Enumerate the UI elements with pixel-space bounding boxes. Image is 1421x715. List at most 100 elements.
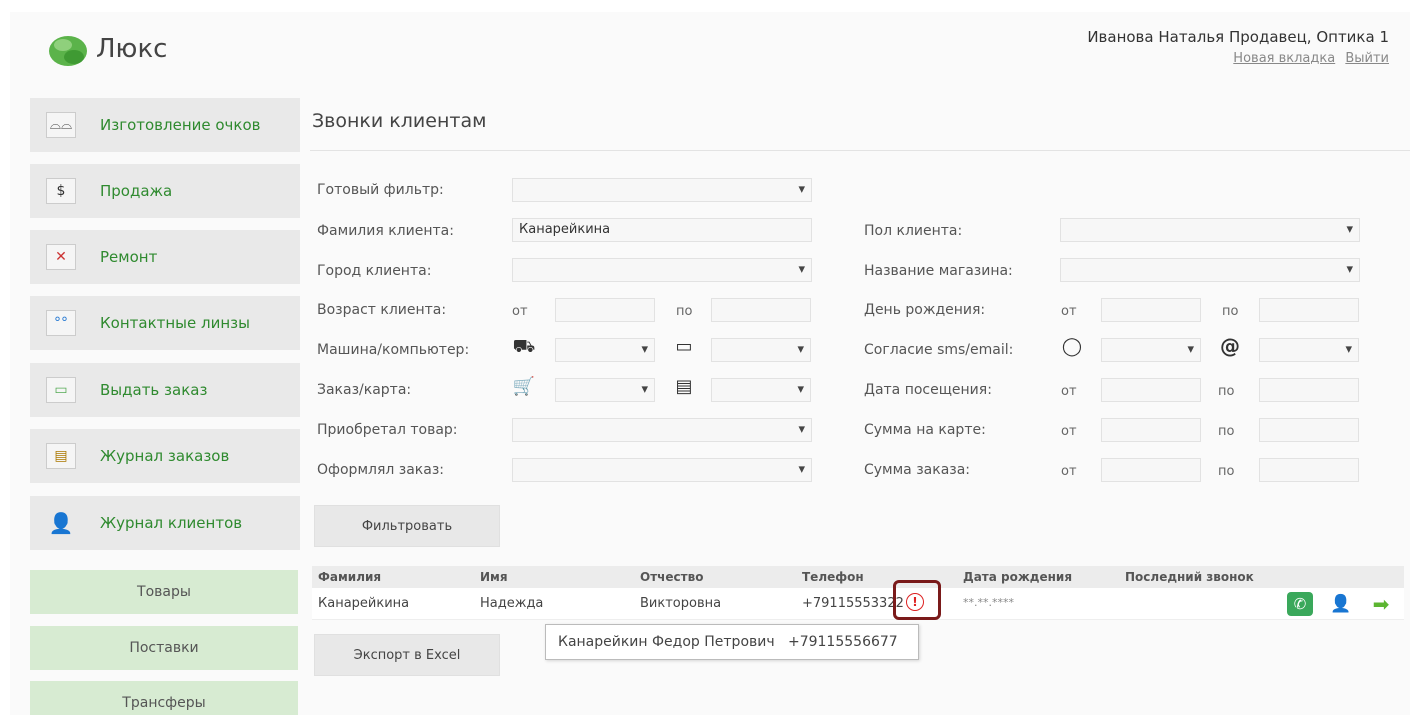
car-icon: ⛟ <box>512 336 536 357</box>
logout-link[interactable]: Выйти <box>1345 51 1389 66</box>
export-excel-button[interactable]: Экспорт в Excel <box>314 634 500 676</box>
age-label: Возраст клиента: <box>317 302 447 318</box>
bought-label: Приобретал товар: <box>317 422 458 438</box>
visit-date-label: Дата посещения: <box>864 382 992 398</box>
user-name: Иванова Наталья Продавец, Оптика 1 <box>1087 28 1389 46</box>
app-title: Люкс <box>96 34 168 64</box>
sidebar-item-label: Контактные линзы <box>100 314 250 332</box>
cell-last-name: Канарейкина <box>318 596 410 611</box>
card-sum-label: Сумма на карте: <box>864 422 986 438</box>
card-sum-to-label: по <box>1218 424 1235 439</box>
age-from-label: от <box>512 304 528 319</box>
ready-filter-label: Готовый фильтр: <box>317 182 444 198</box>
age-to-label: по <box>676 304 693 319</box>
new-tab-link[interactable]: Новая вкладка <box>1233 51 1335 66</box>
age-to-field[interactable] <box>711 298 811 322</box>
email-select[interactable] <box>1259 338 1359 362</box>
sidebar-item-orders-journal[interactable]: ▤ Журнал заказов <box>30 429 300 483</box>
sidebar-item-repair[interactable]: ✕ Ремонт <box>30 230 300 284</box>
sms-icon: ◯ <box>1061 336 1083 357</box>
card-sum-from-label: от <box>1061 424 1077 439</box>
phone-icon[interactable]: ✆ <box>1287 592 1313 616</box>
sidebar-item-label: Изготовление очков <box>100 116 261 134</box>
birthday-to-field[interactable] <box>1259 298 1359 322</box>
order-card-label: Заказ/карта: <box>317 382 412 398</box>
city-label: Город клиента: <box>317 263 432 279</box>
sale-icon: $ <box>46 178 76 204</box>
visit-to-field[interactable] <box>1259 378 1359 402</box>
sidebar-item-label: Ремонт <box>100 248 158 266</box>
page-title: Звонки клиентам <box>312 110 487 132</box>
card-select[interactable] <box>711 378 811 402</box>
header-links: Новая вкладка Выйти <box>1227 51 1389 66</box>
birthday-from-field[interactable] <box>1101 298 1201 322</box>
gender-select[interactable] <box>1060 218 1360 242</box>
bought-select[interactable] <box>512 418 812 442</box>
column-header: Телефон <box>802 570 864 584</box>
sidebar-item-sale[interactable]: $ Продажа <box>30 164 300 218</box>
sidebar-item-clients-journal[interactable]: 👤 Журнал клиентов <box>30 496 300 550</box>
column-header: Фамилия <box>318 570 382 584</box>
birthday-to-label: по <box>1222 304 1239 319</box>
repair-icon: ✕ <box>46 244 76 270</box>
cart-icon: 🛒 <box>512 376 536 397</box>
cell-birth-date: **.**.**** <box>963 596 1014 609</box>
ordered-label: Оформлял заказ: <box>317 462 444 478</box>
clients-journal-icon: 👤 <box>48 511 74 535</box>
age-from-field[interactable] <box>555 298 655 322</box>
order-sum-from-field[interactable] <box>1101 458 1201 482</box>
order-sum-from-label: от <box>1061 464 1077 479</box>
column-header: Отчество <box>640 570 704 584</box>
column-header: Дата рождения <box>963 570 1073 584</box>
card-sum-to-field[interactable] <box>1259 418 1359 442</box>
birthday-from-label: от <box>1061 304 1077 319</box>
sms-select[interactable] <box>1101 338 1201 362</box>
logo-icon <box>49 36 87 66</box>
tooltip-name: Канарейкин Федор Петрович <box>558 634 775 650</box>
sidebar-item-label: Журнал клиентов <box>100 514 243 532</box>
sidebar-item-glasses[interactable]: ⌓⌓ Изготовление очков <box>30 98 300 152</box>
tooltip-phone: +79115556677 <box>787 634 898 650</box>
divider <box>310 150 1410 151</box>
computer-select[interactable] <box>711 338 811 362</box>
cell-middle-name: Викторовна <box>640 596 722 611</box>
sidebar-item-label: Журнал заказов <box>100 447 230 465</box>
filter-button[interactable]: Фильтровать <box>314 505 500 547</box>
tooltip: Канарейкин Федор Петрович +79115556677 <box>545 624 919 660</box>
highlight-frame <box>893 580 941 620</box>
order-sum-label: Сумма заказа: <box>864 462 971 478</box>
lenses-icon: °° <box>46 310 76 336</box>
issue-order-icon: ▭ <box>46 377 76 403</box>
monitor-icon: ▭ <box>675 336 693 357</box>
arrow-right-icon[interactable]: ➡ <box>1368 592 1394 616</box>
car-select[interactable] <box>555 338 655 362</box>
sidebar-item-transfers[interactable]: Трансферы <box>30 681 298 715</box>
last-name-label: Фамилия клиента: <box>317 223 454 239</box>
store-select[interactable] <box>1060 258 1360 282</box>
visit-from-field[interactable] <box>1101 378 1201 402</box>
visit-from-label: от <box>1061 384 1077 399</box>
cell-first-name: Надежда <box>480 596 544 611</box>
ordered-select[interactable] <box>512 458 812 482</box>
sidebar-item-supplies[interactable]: Поставки <box>30 626 298 670</box>
sidebar-item-goods[interactable]: Товары <box>30 570 298 614</box>
sidebar-item-label: Выдать заказ <box>100 381 208 399</box>
card-sum-from-field[interactable] <box>1101 418 1201 442</box>
order-select[interactable] <box>555 378 655 402</box>
sidebar-item-lenses[interactable]: °° Контактные линзы <box>30 296 300 350</box>
glasses-icon: ⌓⌓ <box>46 112 76 138</box>
gender-label: Пол клиента: <box>864 223 963 239</box>
card-icon: ▤ <box>675 376 693 397</box>
last-name-field[interactable]: Канарейкина <box>512 218 812 242</box>
client-icon[interactable]: 👤 <box>1328 592 1354 616</box>
cell-phone: +79115553322 <box>802 596 904 611</box>
car-pc-label: Машина/компьютер: <box>317 342 470 358</box>
store-label: Название магазина: <box>864 263 1013 279</box>
column-header: Имя <box>480 570 508 584</box>
sidebar-item-issue-order[interactable]: ▭ Выдать заказ <box>30 363 300 417</box>
ready-filter-select[interactable] <box>512 178 812 202</box>
visit-to-label: по <box>1218 384 1235 399</box>
order-sum-to-label: по <box>1218 464 1235 479</box>
city-select[interactable] <box>512 258 812 282</box>
order-sum-to-field[interactable] <box>1259 458 1359 482</box>
